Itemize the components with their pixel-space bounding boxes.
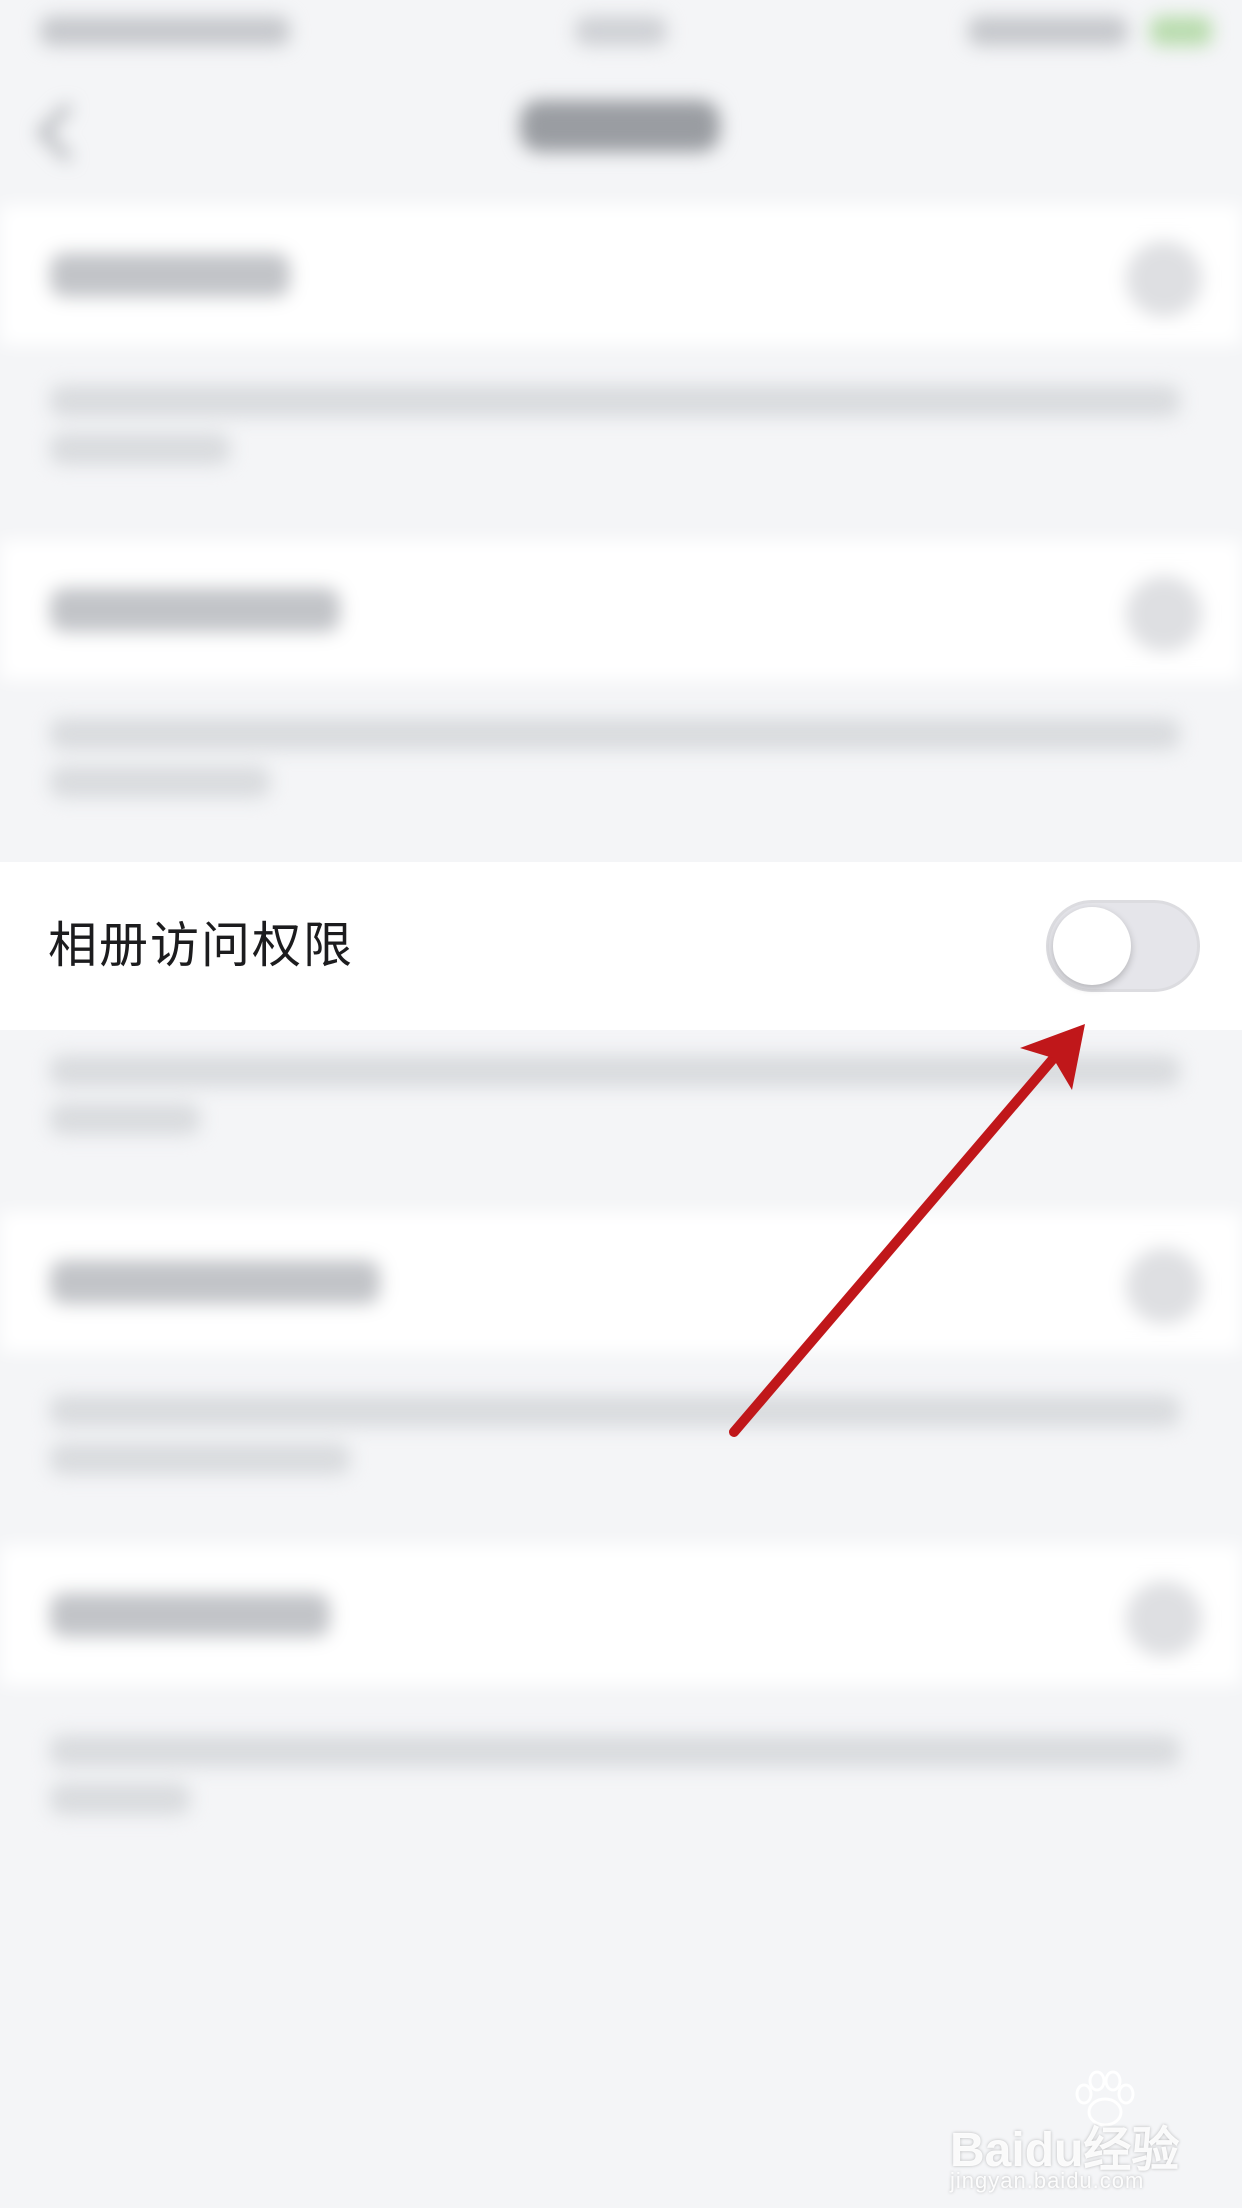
navigation-bar xyxy=(0,60,1242,190)
setting-row-title-blurred xyxy=(50,588,340,632)
battery-icon xyxy=(1150,16,1212,46)
setting-description-blurred-4 xyxy=(50,1395,1200,1505)
toggle-blurred[interactable] xyxy=(1126,1581,1202,1657)
setting-row-title-blurred xyxy=(50,1260,380,1304)
setting-row-album-access[interactable]: 相册访问权限 xyxy=(0,862,1242,1030)
watermark-url: jingyan.baidu.com xyxy=(950,2168,1145,2193)
watermark: Baidu经验 jingyan.baidu.com xyxy=(950,2070,1210,2193)
setting-row-blurred-1[interactable] xyxy=(0,205,1242,345)
status-bar-carrier xyxy=(40,16,290,46)
setting-description-blurred-2 xyxy=(50,718,1200,828)
setting-row-title-blurred xyxy=(50,253,290,297)
status-bar xyxy=(0,0,1242,60)
chevron-left-icon[interactable] xyxy=(37,103,96,162)
setting-row-blurred-2[interactable] xyxy=(0,540,1242,680)
setting-row-blurred-4[interactable] xyxy=(0,1212,1242,1352)
toggle-blurred[interactable] xyxy=(1126,576,1202,652)
setting-row-title-blurred xyxy=(50,1593,330,1637)
setting-label: 相册访问权限 xyxy=(48,917,355,974)
toggle-blurred[interactable] xyxy=(1126,1248,1202,1324)
setting-description-blurred-3 xyxy=(50,1055,1200,1165)
toggle-knob[interactable] xyxy=(1053,907,1131,985)
setting-description-blurred-5 xyxy=(50,1735,1200,1845)
setting-row-blurred-5[interactable] xyxy=(0,1545,1242,1685)
nav-title-blurred xyxy=(520,100,720,152)
status-bar-indicators xyxy=(968,16,1128,46)
toggle-blurred[interactable] xyxy=(1126,241,1202,317)
settings-screen: 相册访问权限 Baidu经验 jingyan.baidu.com xyxy=(0,0,1242,2208)
album-access-toggle[interactable] xyxy=(1046,900,1200,992)
setting-description-blurred-1 xyxy=(50,385,1200,495)
status-bar-time xyxy=(575,16,667,46)
blurred-background xyxy=(0,0,1242,2208)
